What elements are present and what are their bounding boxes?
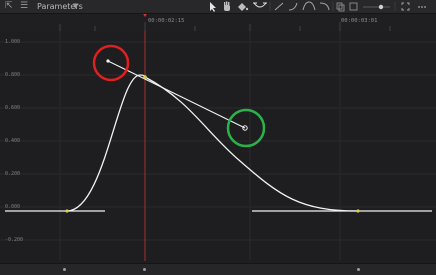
pointer-icon[interactable]: [210, 2, 216, 12]
timecode-label: 00:00:02:15: [148, 18, 185, 24]
y-axis-label: 0.800: [5, 72, 21, 78]
hand-icon[interactable]: [224, 1, 230, 12]
animation-curve[interactable]: [66, 74, 359, 212]
curve-graph[interactable]: 1.000 0.800 0.600 0.400 0.200 0.000 -0.2…: [0, 31, 436, 261]
keyframe-point[interactable]: [65, 209, 69, 213]
keyframe-editor: ⇱ ☰ Parameters ▼ 00:00:02:15 00:00:03:01…: [0, 0, 436, 275]
ease-out-icon[interactable]: [319, 2, 330, 11]
toolbar-tools: [210, 1, 426, 12]
y-axis-label: 1.000: [5, 39, 21, 45]
bezier-handle[interactable]: [107, 60, 246, 129]
keyframe-marker[interactable]: [63, 268, 66, 271]
y-axis-label: 0.200: [5, 171, 21, 177]
linear-icon[interactable]: [274, 2, 284, 11]
copy-icon[interactable]: [336, 2, 343, 10]
fill-icon[interactable]: [238, 3, 249, 11]
more-icon[interactable]: [418, 6, 426, 8]
handle-point[interactable]: [106, 59, 110, 63]
zoom-slider[interactable]: [363, 4, 390, 10]
toolbar: ⇱ ☰ Parameters ▼: [0, 0, 436, 14]
curve-tool-icon[interactable]: [253, 2, 267, 8]
y-axis-label: -0.200: [5, 237, 24, 243]
keyframe-marker[interactable]: [357, 268, 360, 271]
chevron-down-icon[interactable]: ▼: [73, 1, 78, 12]
playhead-marker[interactable]: [142, 14, 148, 17]
timeline-scrollbar[interactable]: [0, 263, 436, 275]
keyframe-marker[interactable]: [143, 268, 146, 271]
keyframe-point[interactable]: [356, 209, 360, 213]
y-axis-label: 0.000: [5, 204, 21, 210]
paste-icon[interactable]: [349, 2, 358, 11]
ease-icon[interactable]: [302, 1, 316, 11]
timecode-ruler[interactable]: 00:00:02:15 00:00:03:01: [0, 14, 436, 31]
list-icon[interactable]: ☰: [20, 1, 28, 12]
y-axis-label: 0.400: [5, 138, 21, 144]
y-axis-label: 0.600: [5, 105, 21, 111]
ease-in-icon[interactable]: [288, 2, 298, 11]
back-icon[interactable]: ⇱: [5, 1, 13, 12]
fit-icon[interactable]: [401, 2, 410, 11]
timecode-label: 00:00:03:01: [341, 18, 378, 24]
keyframe-point[interactable]: [143, 75, 147, 79]
